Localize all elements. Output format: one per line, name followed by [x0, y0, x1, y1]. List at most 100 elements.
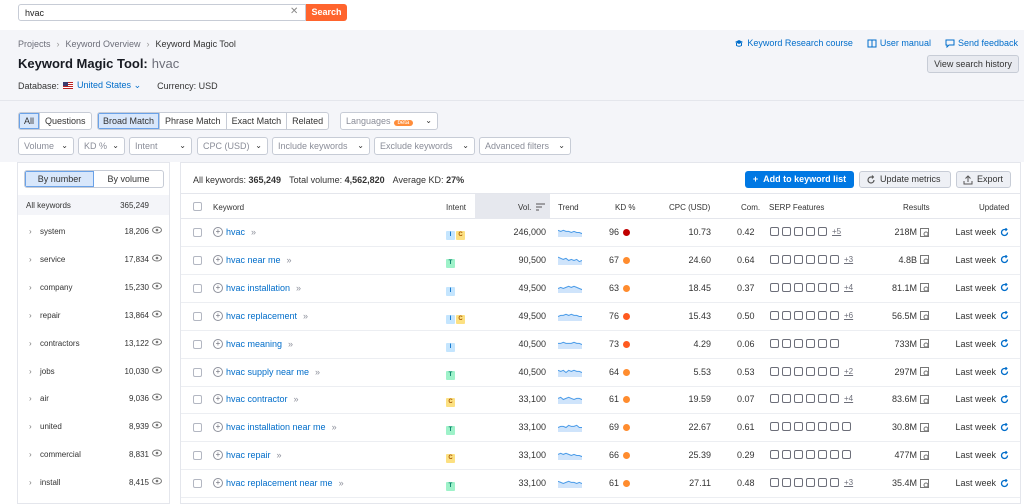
feedback-link[interactable]: Send feedback — [945, 38, 1018, 48]
double-chevron-icon[interactable]: » — [339, 478, 344, 488]
keyword-link[interactable]: hvac supply near me — [226, 367, 309, 377]
double-chevron-icon[interactable]: » — [315, 367, 320, 377]
row-checkbox[interactable] — [193, 228, 202, 237]
keyword-link[interactable]: hvac near me — [226, 255, 281, 265]
chevron-right-icon[interactable]: › — [29, 450, 32, 459]
eye-icon[interactable] — [152, 421, 162, 429]
serp-more-link[interactable]: +4 — [844, 394, 853, 403]
col-cpc[interactable]: CPC (USD) — [669, 203, 710, 212]
serp-screenshot-icon[interactable] — [920, 478, 929, 488]
sidebar-group-item[interactable]: › company 15,230 — [18, 274, 169, 302]
row-checkbox[interactable] — [193, 367, 202, 377]
sidebar-group-item[interactable]: › repair 13,864 — [18, 302, 169, 330]
by-number-toggle[interactable]: By number — [25, 171, 94, 187]
keyword-link[interactable]: hvac contractor — [226, 394, 288, 404]
serp-more-link[interactable]: +3 — [844, 478, 853, 487]
breadcrumb-projects[interactable]: Projects — [18, 39, 51, 49]
col-kd[interactable]: KD % — [615, 203, 635, 212]
row-checkbox[interactable] — [193, 283, 202, 293]
sidebar-group-item[interactable]: › air 9,036 — [18, 385, 169, 413]
chevron-right-icon[interactable]: › — [29, 478, 32, 487]
add-keyword-icon[interactable]: + — [213, 394, 223, 405]
serp-more-link[interactable]: +6 — [844, 311, 853, 320]
add-keyword-icon[interactable]: + — [213, 254, 223, 265]
add-keyword-icon[interactable]: + — [213, 450, 223, 461]
refresh-icon[interactable] — [1000, 311, 1009, 320]
double-chevron-icon[interactable]: » — [296, 283, 301, 293]
sidebar-group-item[interactable]: › commercial 8,831 — [18, 441, 169, 469]
tab-all[interactable]: All — [19, 113, 41, 129]
row-checkbox[interactable] — [193, 339, 202, 349]
keyword-link[interactable]: hvac installation near me — [226, 422, 326, 432]
chevron-right-icon[interactable]: › — [29, 255, 32, 264]
double-chevron-icon[interactable]: » — [277, 450, 282, 460]
advanced-filters[interactable]: Advanced filters ⌄ — [479, 137, 571, 155]
tab-phrase-match[interactable]: Phrase Match — [160, 113, 227, 129]
eye-icon[interactable] — [152, 449, 162, 457]
languages-dropdown[interactable]: Languages beta ⌄ — [340, 112, 438, 130]
row-checkbox[interactable] — [193, 311, 202, 321]
refresh-icon[interactable] — [1000, 339, 1009, 348]
volume-filter[interactable]: Volume ⌄ — [18, 137, 74, 155]
keyword-link[interactable]: hvac repair — [226, 450, 271, 460]
sidebar-group-item[interactable]: › jobs 10,030 — [18, 358, 169, 386]
chevron-right-icon[interactable]: › — [29, 227, 32, 236]
eye-icon[interactable] — [152, 226, 162, 234]
sort-descending-icon[interactable] — [536, 203, 545, 211]
col-com[interactable]: Com. — [741, 203, 760, 212]
row-checkbox[interactable] — [193, 451, 202, 461]
tab-broad-match[interactable]: Broad Match — [98, 113, 161, 129]
keyword-link[interactable]: hvac replacement near me — [226, 478, 333, 488]
sidebar-group-item[interactable]: › united 8,939 — [18, 413, 169, 441]
search-input[interactable]: hvac — [18, 4, 306, 21]
refresh-icon[interactable] — [1000, 422, 1009, 432]
serp-screenshot-icon[interactable] — [920, 450, 929, 460]
sidebar-group-item[interactable]: › system 18,206 — [18, 218, 169, 246]
serp-more-link[interactable]: +4 — [844, 283, 853, 292]
double-chevron-icon[interactable]: » — [251, 227, 256, 237]
row-checkbox[interactable] — [193, 395, 202, 405]
keyword-link[interactable]: hvac installation — [226, 283, 290, 293]
refresh-icon[interactable] — [1000, 450, 1009, 460]
sidebar-group-item[interactable]: › contractors 13,122 — [18, 330, 169, 358]
clear-search-icon[interactable]: ✕ — [290, 6, 298, 17]
tab-questions[interactable]: Questions — [40, 113, 91, 129]
refresh-icon[interactable] — [1000, 227, 1009, 237]
sidebar-group-item[interactable]: › service 17,834 — [18, 246, 169, 274]
serp-screenshot-icon[interactable] — [920, 422, 929, 432]
cpc-filter[interactable]: CPC (USD) ⌄ — [197, 137, 268, 155]
chevron-right-icon[interactable]: › — [29, 394, 32, 403]
serp-more-link[interactable]: +5 — [832, 227, 841, 236]
col-results[interactable]: Results — [903, 203, 930, 212]
tab-exact-match[interactable]: Exact Match — [227, 113, 288, 129]
manual-link[interactable]: User manual — [867, 38, 931, 48]
add-to-keyword-list-button[interactable]: + Add to keyword list — [745, 171, 854, 188]
eye-icon[interactable] — [152, 338, 162, 346]
exclude-keywords-filter[interactable]: Exclude keywords ⌄ — [374, 137, 475, 155]
row-checkbox[interactable] — [193, 423, 202, 433]
add-keyword-icon[interactable]: + — [213, 366, 223, 377]
serp-screenshot-icon[interactable] — [920, 394, 929, 404]
col-keyword[interactable]: Keyword — [213, 203, 244, 212]
update-metrics-button[interactable]: Update metrics — [859, 171, 951, 188]
serp-more-link[interactable]: +2 — [844, 367, 853, 376]
export-button[interactable]: Export — [956, 171, 1011, 188]
refresh-icon[interactable] — [1000, 478, 1009, 488]
breadcrumb-keyword-overview[interactable]: Keyword Overview — [66, 39, 141, 49]
col-volume[interactable]: Vol. — [518, 203, 531, 212]
search-button[interactable]: Search — [306, 4, 347, 21]
keyword-link[interactable]: hvac meaning — [226, 339, 282, 349]
add-keyword-icon[interactable]: + — [213, 478, 223, 489]
chevron-right-icon[interactable]: › — [29, 367, 32, 376]
refresh-icon[interactable] — [1000, 394, 1009, 404]
double-chevron-icon[interactable]: » — [294, 394, 299, 404]
chevron-right-icon[interactable]: › — [29, 422, 32, 431]
serp-more-link[interactable]: +3 — [844, 255, 853, 264]
eye-icon[interactable] — [152, 310, 162, 318]
include-keywords-filter[interactable]: Include keywords ⌄ — [272, 137, 370, 155]
eye-icon[interactable] — [152, 366, 162, 374]
double-chevron-icon[interactable]: » — [332, 422, 337, 432]
sidebar-group-item[interactable]: › install 8,415 — [18, 469, 169, 497]
refresh-icon[interactable] — [1000, 367, 1009, 376]
chevron-right-icon[interactable]: › — [29, 339, 32, 348]
